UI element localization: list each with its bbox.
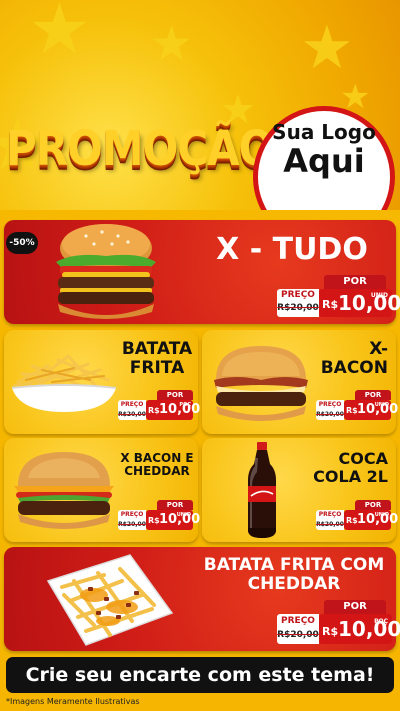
preco-label-batata-cheddar: PREÇO bbox=[281, 616, 315, 626]
fries-image bbox=[11, 354, 117, 412]
unit-batata-cheddar: POÇ bbox=[374, 618, 388, 625]
old-price-coca-cola: R$20,00 bbox=[316, 521, 344, 528]
logo-text-line1: Sua Logo bbox=[272, 120, 376, 144]
old-price-x-bacon: R$20,00 bbox=[316, 411, 344, 418]
featured-old-price-tag: PREÇO R$20,00 bbox=[277, 289, 319, 317]
currency-coca-cola: R$ bbox=[346, 516, 358, 525]
por-label-x-bacon-cheddar: POR bbox=[157, 500, 193, 510]
old-price-tag-x-bacon: PREÇO R$20,00 bbox=[316, 400, 344, 420]
bacon-burger-image bbox=[214, 346, 308, 421]
unit-coca-cola: UNID bbox=[374, 512, 389, 518]
old-price-tag-coca-cola: PREÇO R$20,00 bbox=[316, 510, 344, 530]
unit-batata-frita: POÇ bbox=[179, 402, 191, 408]
por-label-coca-cola: POR bbox=[355, 500, 391, 510]
product-name-x-bacon-cheddar: X BACON E CHEDDAR bbox=[120, 451, 194, 479]
por-label-batata-cheddar: POR bbox=[324, 600, 386, 614]
currency-x-bacon-cheddar: R$ bbox=[148, 516, 160, 525]
product-name-batata-frita: BATATA FRITA bbox=[121, 339, 193, 378]
cheddar-burger-image bbox=[14, 452, 114, 529]
old-price-x-bacon-cheddar: R$20,00 bbox=[118, 521, 146, 528]
preco-label-x-bacon-cheddar: PREÇO bbox=[120, 511, 144, 518]
discount-badge: -50% bbox=[6, 232, 38, 254]
featured-new-price: 10,00 bbox=[338, 291, 400, 315]
product-name-x-bacon: X- BACON bbox=[320, 339, 388, 378]
star-decoration-icon: ★ bbox=[28, 0, 91, 70]
new-price-tag-x-bacon-cheddar: R$ 10,00 UNID bbox=[146, 510, 200, 530]
unit-x-bacon-cheddar: UNID bbox=[176, 512, 191, 518]
logo-placeholder[interactable]: Sua Logo Aqui bbox=[253, 106, 395, 212]
logo-text-line2: Aqui bbox=[283, 142, 365, 180]
new-price-tag-coca-cola: R$ 10,00 UNID bbox=[344, 510, 398, 530]
preco-label-coca-cola: PREÇO bbox=[318, 511, 342, 518]
currency-x-bacon: R$ bbox=[346, 406, 358, 415]
burger-image bbox=[56, 224, 156, 319]
featured-preco-label: PREÇO bbox=[281, 290, 315, 300]
soda-bottle-image bbox=[248, 442, 276, 538]
star-decoration-icon: ★ bbox=[150, 16, 194, 72]
product-name-coca-cola: COCA COLA 2L bbox=[313, 449, 388, 486]
preco-label-x-bacon: PREÇO bbox=[318, 401, 342, 408]
new-price-tag-batata-frita: R$ 10,00 POÇ bbox=[146, 400, 200, 420]
preco-label-batata-frita: PREÇO bbox=[120, 401, 144, 408]
disclaimer-text: *Imagens Meramente Ilustrativas bbox=[6, 697, 140, 706]
promo-header: ★ ★ ★ ★ ★ ★ PROMOÇÃO Sua Logo Aqui bbox=[0, 0, 400, 212]
promo-title: PROMOÇÃO bbox=[6, 120, 274, 177]
featured-currency: R$ bbox=[322, 298, 339, 311]
new-price-tag-batata-cheddar: R$ 10,00 POÇ bbox=[319, 614, 400, 644]
currency-batata-frita: R$ bbox=[148, 406, 160, 415]
featured-por-label: POR bbox=[324, 275, 386, 289]
featured-new-price-tag: R$ 10,00 UNID bbox=[319, 289, 400, 317]
product-name-batata-cheddar: BATATA FRITA COM CHEDDAR bbox=[203, 555, 385, 594]
new-price-batata-cheddar: 10,00 bbox=[338, 617, 400, 641]
featured-old-price: R$20,00 bbox=[277, 303, 319, 313]
old-price-tag-batata-cheddar: PREÇO R$20,00 bbox=[277, 614, 319, 644]
por-label-x-bacon: POR bbox=[355, 390, 391, 400]
featured-product-name: X - TUDO bbox=[216, 232, 368, 267]
new-price-tag-x-bacon: R$ 10,00 UNID bbox=[344, 400, 398, 420]
star-decoration-icon: ★ bbox=[300, 13, 354, 83]
unit-x-bacon: UNID bbox=[374, 402, 389, 408]
old-price-batata-frita: R$20,00 bbox=[118, 411, 146, 418]
por-label-batata-frita: POR bbox=[157, 390, 193, 400]
old-price-tag-x-bacon-cheddar: PREÇO R$20,00 bbox=[118, 510, 146, 530]
old-price-batata-cheddar: R$20,00 bbox=[277, 630, 319, 640]
old-price-tag-batata-frita: PREÇO R$20,00 bbox=[118, 400, 146, 420]
featured-unit: UNID bbox=[370, 292, 388, 299]
cheese-fries-image bbox=[46, 554, 174, 646]
cta-banner[interactable]: Crie seu encarte com este tema! bbox=[6, 657, 394, 693]
currency-batata-cheddar: R$ bbox=[322, 625, 339, 638]
